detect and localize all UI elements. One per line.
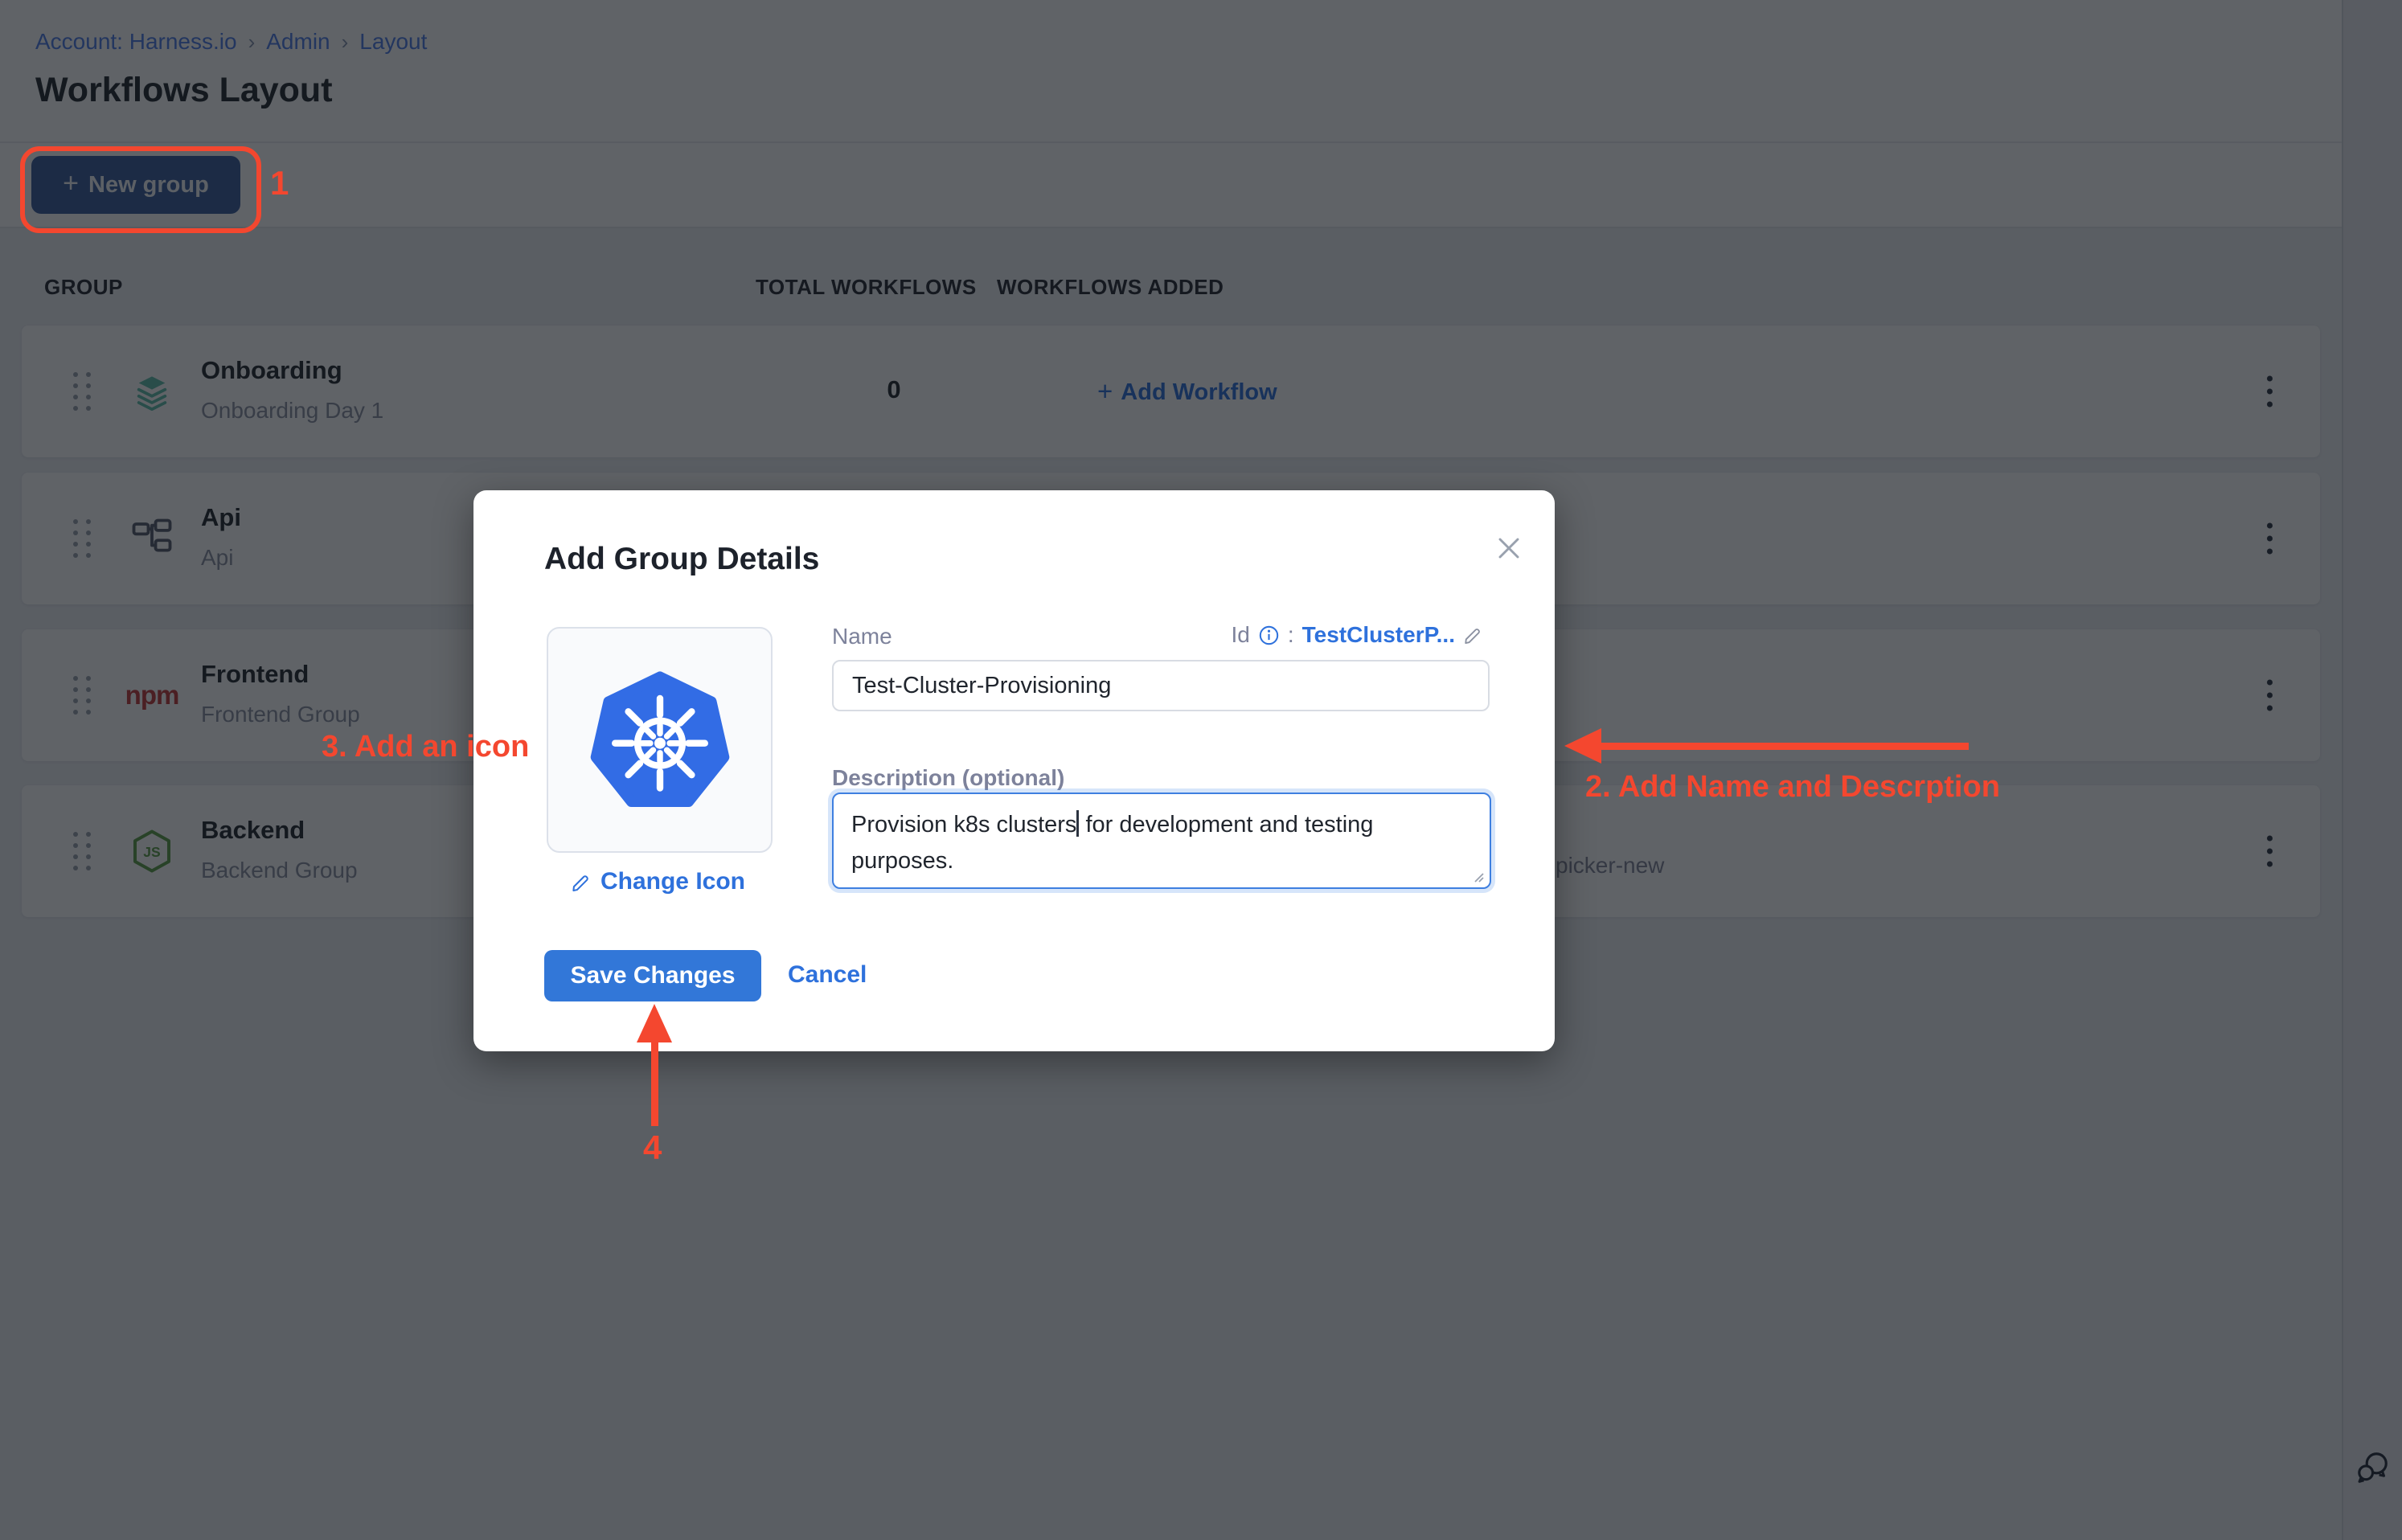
change-icon-button[interactable]: Change Icon	[547, 868, 769, 895]
close-icon[interactable]	[1491, 530, 1527, 566]
info-icon[interactable]	[1258, 625, 1280, 646]
annotation-arrow-up-tail	[651, 1042, 658, 1126]
resize-handle-icon[interactable]	[1470, 869, 1485, 883]
annotation-step-2: 2. Add Name and Descrption	[1585, 770, 2000, 805]
save-changes-button[interactable]: Save Changes	[544, 950, 761, 1001]
cancel-button[interactable]: Cancel	[788, 961, 867, 989]
kubernetes-icon	[585, 664, 735, 817]
change-icon-label: Change Icon	[600, 868, 745, 895]
description-text-before-cursor: Provision k8s clusters	[851, 812, 1076, 838]
pencil-icon	[571, 871, 592, 893]
modal-title: Add Group Details	[544, 542, 819, 577]
group-icon-preview[interactable]	[547, 627, 773, 853]
id-separator: :	[1288, 622, 1294, 648]
edit-id-pencil-icon[interactable]	[1463, 625, 1484, 645]
annotation-arrow-left-tail	[1601, 743, 1969, 750]
annotation-highlight-box	[20, 146, 261, 233]
annotation-arrow-left-icon	[1564, 728, 1601, 764]
id-value[interactable]: TestClusterP...	[1302, 622, 1455, 648]
annotation-step-4: 4	[643, 1128, 662, 1167]
name-field-label: Name	[832, 624, 892, 649]
group-name-input[interactable]	[832, 660, 1490, 711]
description-field-label: Description (optional)	[832, 765, 1064, 791]
entity-id-row: Id : TestClusterP...	[1231, 622, 1484, 648]
group-description-textarea[interactable]: Provision k8s clusters for development a…	[832, 793, 1491, 889]
annotation-step-3: 3. Add an icon	[322, 730, 529, 764]
annotation-step-1: 1	[270, 164, 289, 203]
annotation-arrow-up-icon	[637, 1004, 672, 1042]
screen: Account: Harness.io › Admin › Layout Wor…	[0, 0, 2402, 1540]
add-group-details-modal: Add Group Details	[473, 490, 1555, 1051]
id-label: Id	[1231, 622, 1249, 648]
